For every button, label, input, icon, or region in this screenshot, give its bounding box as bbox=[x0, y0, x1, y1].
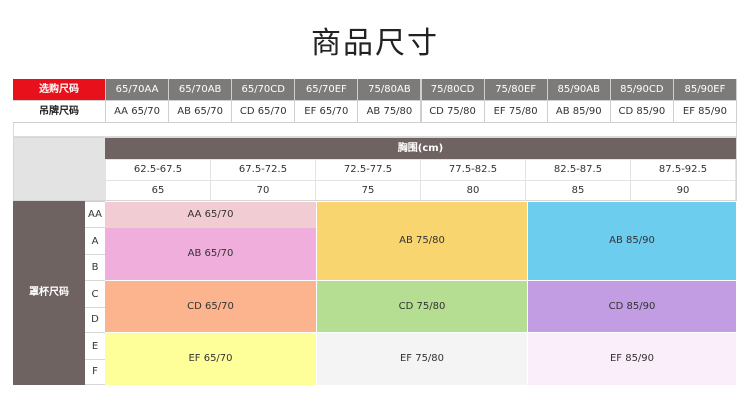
tag-size-cell: CD 85/90 bbox=[610, 101, 673, 122]
chest-range-cell: 87.5-92.5 bbox=[631, 160, 735, 180]
tag-size-label: 吊牌尺码 bbox=[13, 101, 105, 122]
size-mapping-table: 选购尺码 吊牌尺码 65/70AA 65/70AB 65/70CD 65/70EF 75… bbox=[13, 79, 737, 123]
tag-size-cell: AA 65/70 bbox=[106, 101, 169, 122]
tag-size-cell: AB 75/80 bbox=[358, 101, 421, 122]
divider bbox=[13, 123, 737, 137]
purchase-size-cell: 75/80CD bbox=[421, 79, 484, 100]
tag-size-cell: AB 65/70 bbox=[169, 101, 232, 122]
purchase-size-label: 选购尺码 bbox=[13, 79, 105, 100]
cup-size-label: 罩杯尺码 bbox=[13, 201, 85, 385]
purchase-size-cell: 65/70AA bbox=[106, 79, 169, 100]
chest-header: 胸围(cm) bbox=[105, 138, 736, 159]
purchase-size-cell: 85/90AB bbox=[547, 79, 610, 100]
band-size-cell: 70 bbox=[211, 181, 315, 200]
block-ef-85-90: EF 85/90 bbox=[528, 333, 736, 385]
band-size-cell: 65 bbox=[106, 181, 210, 200]
block-ab-65-70: AB 65/70 bbox=[105, 228, 316, 280]
block-aa-65-70: AA 65/70 bbox=[105, 202, 316, 228]
page-title: 商品尺寸 bbox=[311, 26, 439, 61]
tag-size-cell: EF 85/90 bbox=[673, 101, 736, 122]
band-size-cell: 75 bbox=[316, 181, 420, 200]
cup-letter: A bbox=[85, 229, 105, 255]
cup-letter: F bbox=[85, 360, 105, 385]
cup-letter-column: AA A B C D E F bbox=[85, 201, 105, 385]
block-ef-65-70: EF 65/70 bbox=[105, 333, 316, 385]
cup-letter: D bbox=[85, 308, 105, 333]
tag-size-cell: CD 65/70 bbox=[232, 101, 295, 122]
block-cd-65-70: CD 65/70 bbox=[105, 281, 316, 332]
tag-size-cell: EF 75/80 bbox=[484, 101, 547, 122]
tag-size-cell: AB 85/90 bbox=[547, 101, 610, 122]
block-ef-75-80: EF 75/80 bbox=[317, 333, 527, 385]
purchase-size-cell: 65/70EF bbox=[295, 79, 358, 100]
band-size-cell: 85 bbox=[526, 181, 630, 200]
block-ab-75-80: AB 75/80 bbox=[317, 202, 527, 280]
cup-letter: B bbox=[85, 256, 105, 281]
chest-range-cell: 82.5-87.5 bbox=[526, 160, 630, 180]
chest-range-cell: 62.5-67.5 bbox=[106, 160, 210, 180]
purchase-size-cell: 85/90CD bbox=[610, 79, 673, 100]
cup-letter: E bbox=[85, 334, 105, 360]
cup-letter: C bbox=[85, 282, 105, 308]
chest-range-cell: 77.5-82.5 bbox=[421, 160, 525, 180]
purchase-size-cell: 75/80AB bbox=[358, 79, 421, 100]
purchase-size-cell: 65/70AB bbox=[169, 79, 232, 100]
chest-range-cell: 72.5-77.5 bbox=[316, 160, 420, 180]
tag-size-cell: EF 65/70 bbox=[295, 101, 358, 122]
purchase-size-cell: 65/70CD bbox=[232, 79, 295, 100]
tag-size-cell: CD 75/80 bbox=[421, 101, 484, 122]
band-size-cell: 90 bbox=[631, 181, 735, 200]
block-cd-85-90: CD 85/90 bbox=[528, 281, 736, 332]
chest-range-cell: 67.5-72.5 bbox=[211, 160, 315, 180]
band-size-cell: 80 bbox=[421, 181, 525, 200]
purchase-size-cell: 85/90EF bbox=[673, 79, 736, 100]
block-cd-75-80: CD 75/80 bbox=[317, 281, 527, 332]
block-ab-85-90: AB 85/90 bbox=[528, 202, 736, 280]
purchase-size-cell: 75/80EF bbox=[484, 79, 547, 100]
cup-letter: AA bbox=[85, 202, 105, 228]
